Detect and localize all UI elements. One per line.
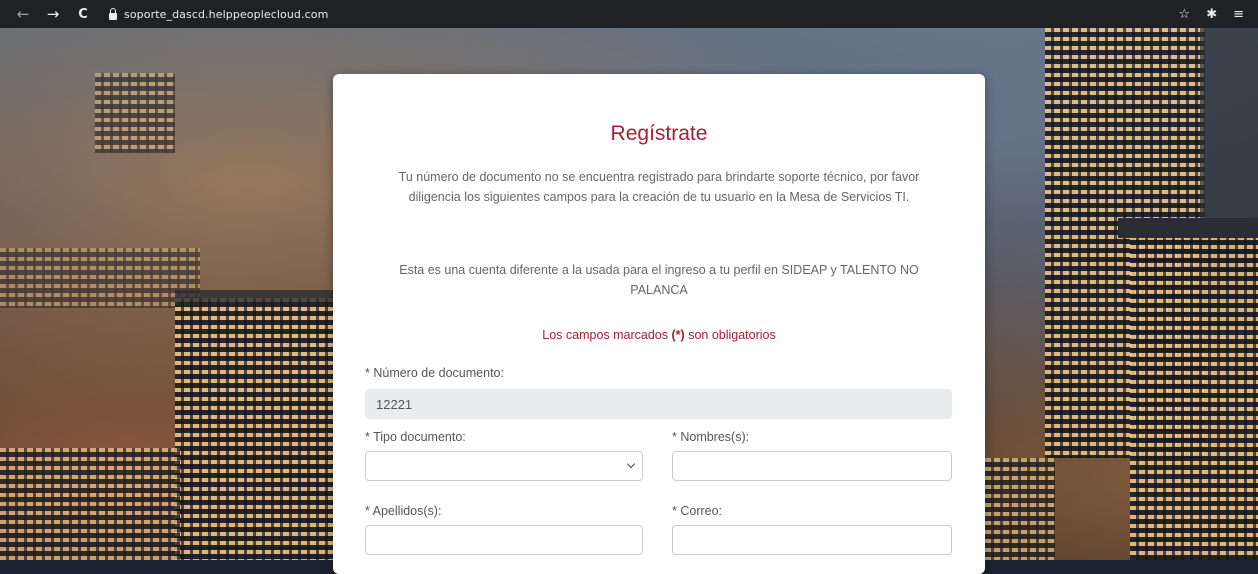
page-title: Regístrate — [610, 122, 708, 145]
reading-list-icon[interactable]: ≡ — [1233, 7, 1244, 22]
account-note-text: Esta es una cuenta diferente a la usada … — [399, 263, 919, 297]
registration-card: Regístrate Tu número de documento no se … — [333, 74, 985, 574]
building — [95, 73, 175, 153]
email-input[interactable] — [672, 525, 952, 555]
chevron-down-icon — [626, 459, 636, 469]
building — [985, 458, 1055, 560]
forward-arrow-icon[interactable]: → — [42, 3, 64, 25]
building-roof — [1118, 218, 1258, 238]
document-type-select[interactable] — [365, 451, 643, 481]
document-number-input[interactable]: 12221 — [365, 389, 952, 419]
back-arrow-icon[interactable]: ← — [12, 3, 34, 25]
surnames-input[interactable] — [365, 525, 643, 555]
required-fields-note: Los campos marcados (*) son obligatorios — [542, 328, 776, 342]
extensions-icon[interactable]: ✱ — [1206, 7, 1217, 22]
browser-toolbar: ← → C soporte_dascd.helppeoplecloud.com … — [0, 0, 1258, 28]
intro-text: Tu número de documento no se encuentra r… — [398, 170, 920, 204]
building — [0, 448, 180, 560]
names-input[interactable] — [672, 451, 952, 481]
email-label: * Correo: — [672, 504, 723, 518]
bookmark-star-icon[interactable]: ☆ — [1179, 7, 1191, 22]
names-label: * Nombres(s): — [672, 430, 750, 444]
building — [175, 298, 335, 560]
building-roof — [175, 290, 335, 302]
document-number-label: * Número de documento: — [365, 366, 504, 380]
building — [0, 248, 200, 308]
lock-icon[interactable] — [108, 8, 118, 20]
reload-icon[interactable]: C — [72, 3, 94, 25]
required-mark: (*) — [671, 328, 685, 342]
address-bar[interactable]: soporte_dascd.helppeoplecloud.com — [124, 8, 328, 21]
document-type-label: * Tipo documento: — [365, 430, 466, 444]
surnames-label: * Apellidos(s): — [365, 504, 442, 518]
building — [1130, 218, 1258, 560]
